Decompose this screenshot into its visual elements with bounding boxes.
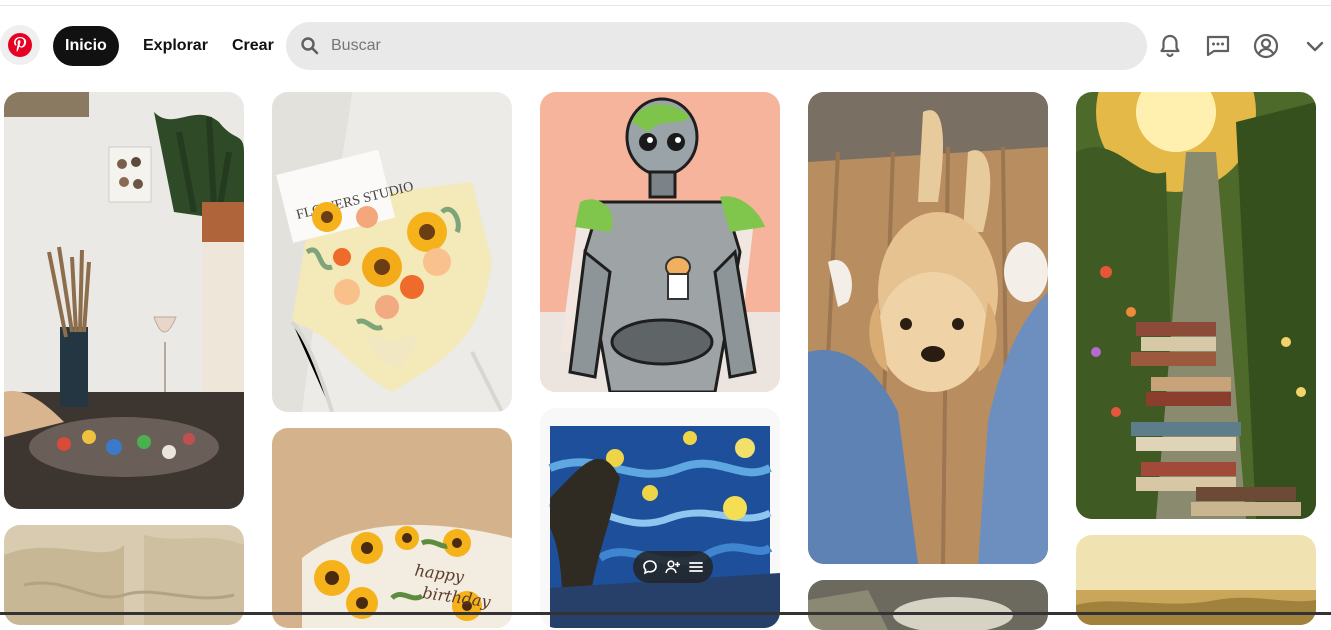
pin-hover-actions (633, 551, 713, 583)
pin-card-plants[interactable] (808, 580, 1048, 630)
pin-image (4, 92, 244, 509)
nav-explore-link[interactable]: Explorar (131, 26, 220, 66)
pinterest-logo-button[interactable] (0, 25, 40, 65)
comment-icon[interactable] (640, 557, 660, 577)
pin-image: happy birthday (272, 428, 512, 628)
menu-icon[interactable] (686, 557, 706, 577)
nav-create-link[interactable]: Crear (220, 26, 286, 66)
search-input[interactable] (331, 22, 1131, 70)
chevron-down-icon[interactable] (1300, 31, 1330, 61)
pin-image (540, 408, 780, 628)
pin-image (4, 525, 244, 625)
search-icon (300, 36, 320, 56)
messages-icon[interactable] (1203, 31, 1233, 61)
pin-card-art-studio[interactable] (4, 92, 244, 509)
browser-top-edge (0, 0, 1331, 6)
pin-image (540, 92, 780, 392)
pin-image (1076, 92, 1316, 519)
pin-card-armchair[interactable] (4, 525, 244, 625)
pin-card-garden-books[interactable] (1076, 92, 1316, 519)
pinterest-p-icon (14, 37, 27, 52)
pin-card-flower-bouquet[interactable]: FLOWERS STUDIO (272, 92, 512, 412)
pinterest-logo (8, 33, 32, 57)
search-bar[interactable] (286, 22, 1147, 70)
pin-card-robot-illustration[interactable] (540, 92, 780, 392)
top-navigation-bar: Inicio Explorar Crear (0, 7, 1331, 83)
nav-home-button[interactable]: Inicio (53, 26, 119, 66)
profile-icon[interactable] (1251, 31, 1281, 61)
pin-card-sunflower-cake[interactable]: happy birthday (272, 428, 512, 628)
bell-icon[interactable] (1155, 31, 1185, 61)
pin-card-starry-night[interactable] (540, 408, 780, 628)
pin-card-golden-puppy[interactable] (808, 92, 1048, 564)
add-person-icon[interactable] (663, 557, 683, 577)
pin-image (808, 580, 1048, 630)
pin-image: FLOWERS STUDIO (272, 92, 512, 412)
pin-image (808, 92, 1048, 564)
